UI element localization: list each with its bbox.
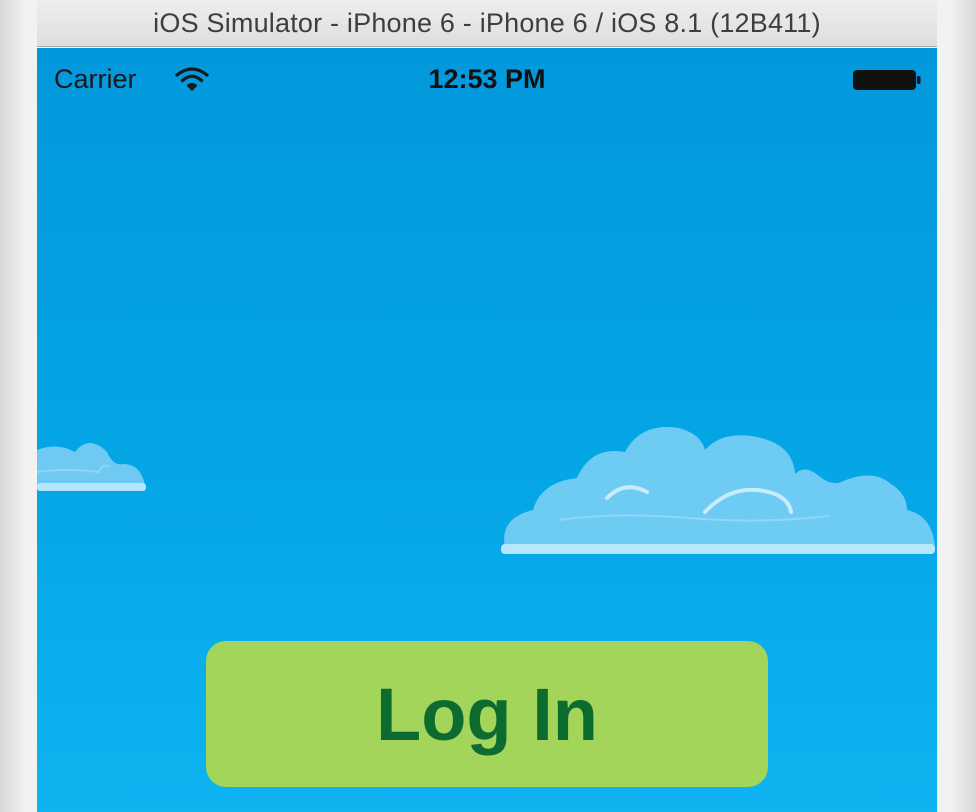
window-title-bar[interactable]: iOS Simulator - iPhone 6 - iPhone 6 / iO… xyxy=(37,0,937,47)
login-button[interactable]: Log In xyxy=(206,641,768,787)
cloud-left-decoration xyxy=(37,443,146,491)
window-title: iOS Simulator - iPhone 6 - iPhone 6 / iO… xyxy=(153,8,821,38)
status-bar: Carrier 12:53 PM xyxy=(37,48,937,112)
status-time: 12:53 PM xyxy=(428,64,546,94)
login-button-label: Log In xyxy=(376,672,598,756)
battery-icon xyxy=(853,70,921,90)
device-screen: Carrier 12:53 PM Log In xyxy=(37,48,937,812)
simulator-window: iOS Simulator - iPhone 6 - iPhone 6 / iO… xyxy=(0,0,976,812)
cloud-right-decoration xyxy=(501,427,935,554)
